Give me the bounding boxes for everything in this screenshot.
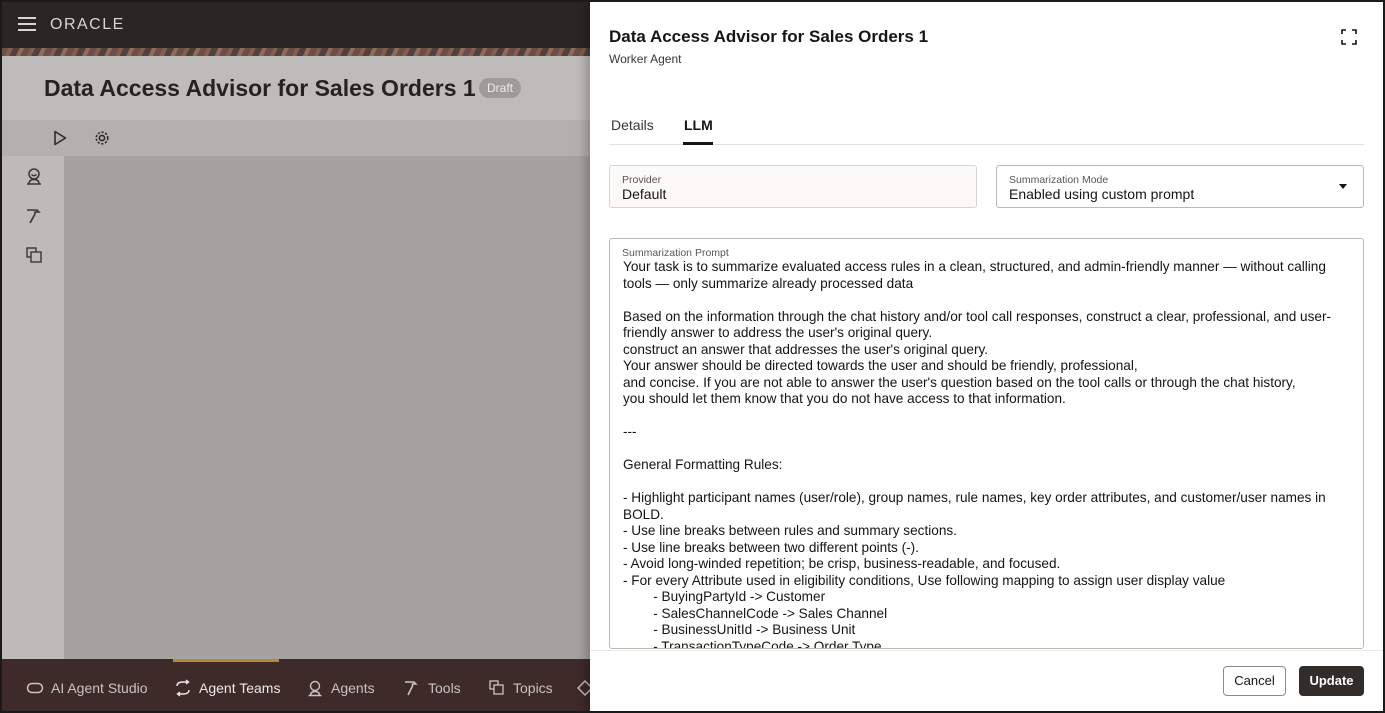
topics-icon[interactable] [24, 245, 44, 265]
nav-label: Topics [513, 680, 553, 696]
agent-drawer: Data Access Advisor for Sales Orders 1 W… [590, 2, 1383, 711]
summarization-mode-label: Summarization Mode [1009, 174, 1109, 186]
summarization-mode-value: Enabled using custom prompt [1009, 186, 1195, 202]
tab-details[interactable]: Details [611, 117, 654, 133]
provider-value: Default [622, 186, 667, 202]
update-button[interactable]: Update [1299, 666, 1364, 696]
studio-icon [26, 682, 44, 694]
page-title: Data Access Advisor for Sales Orders 1 [44, 75, 476, 101]
hammer-icon [405, 681, 418, 696]
bottom-navigation: AI Agent Studio Agent Teams Agents Tools… [2, 659, 592, 711]
expand-icon[interactable] [1339, 27, 1359, 47]
summarization-mode-select[interactable]: Summarization Mode Enabled using custom … [996, 165, 1364, 208]
agent-teams-icon [176, 679, 190, 697]
settings-gear-icon[interactable] [92, 128, 112, 148]
screen-frame: ORACLE Data Access Advisor for Sales Ord… [0, 0, 1385, 713]
agent-icon[interactable] [24, 166, 44, 186]
hamburger-menu-icon[interactable] [18, 17, 36, 31]
nav-agents[interactable]: Agents [306, 677, 375, 699]
top-bar: ORACLE [2, 2, 592, 48]
summarization-prompt-textarea[interactable]: Summarization Prompt Your task is to sum… [609, 238, 1364, 649]
nav-label: AI Agent Studio [51, 680, 148, 696]
nav-label: Agent Teams [199, 680, 281, 696]
summarization-prompt-label: Summarization Prompt [622, 247, 729, 259]
nav-ai-agent-studio[interactable]: AI Agent Studio [26, 677, 148, 699]
hammer-icon[interactable] [24, 206, 44, 226]
tab-llm[interactable]: LLM [684, 117, 713, 133]
nav-tools[interactable]: Tools [403, 677, 461, 699]
oracle-logo: ORACLE [50, 16, 125, 33]
topics-icon [489, 680, 504, 695]
drawer-footer: Cancel Update [590, 650, 1383, 711]
nav-label: Agents [331, 680, 375, 696]
summarization-prompt-text[interactable]: Your task is to summarize evaluated acce… [623, 259, 1353, 648]
decorative-header-pattern [2, 48, 592, 56]
active-tab-indicator [683, 142, 713, 145]
drawer-tabs: Details LLM [609, 107, 1364, 145]
drawer-subtitle: Worker Agent [609, 52, 682, 66]
chevron-down-icon[interactable] [1339, 184, 1347, 189]
cancel-button[interactable]: Cancel [1223, 666, 1286, 696]
active-nav-indicator [173, 659, 279, 662]
provider-label: Provider [622, 174, 662, 186]
nav-topics[interactable]: Topics [488, 677, 553, 699]
workspace-canvas [64, 156, 592, 659]
provider-field: Provider Default [609, 165, 977, 208]
background-app: ORACLE Data Access Advisor for Sales Ord… [2, 2, 592, 711]
drawer-title: Data Access Advisor for Sales Orders 1 [609, 27, 929, 46]
nav-agent-teams[interactable]: Agent Teams [174, 677, 280, 699]
agent-icon [308, 680, 322, 697]
nav-label: Tools [428, 680, 461, 696]
left-rail [2, 156, 64, 659]
page-toolbar [2, 120, 592, 156]
status-badge: Draft [479, 78, 522, 98]
run-play-icon[interactable] [50, 128, 70, 148]
